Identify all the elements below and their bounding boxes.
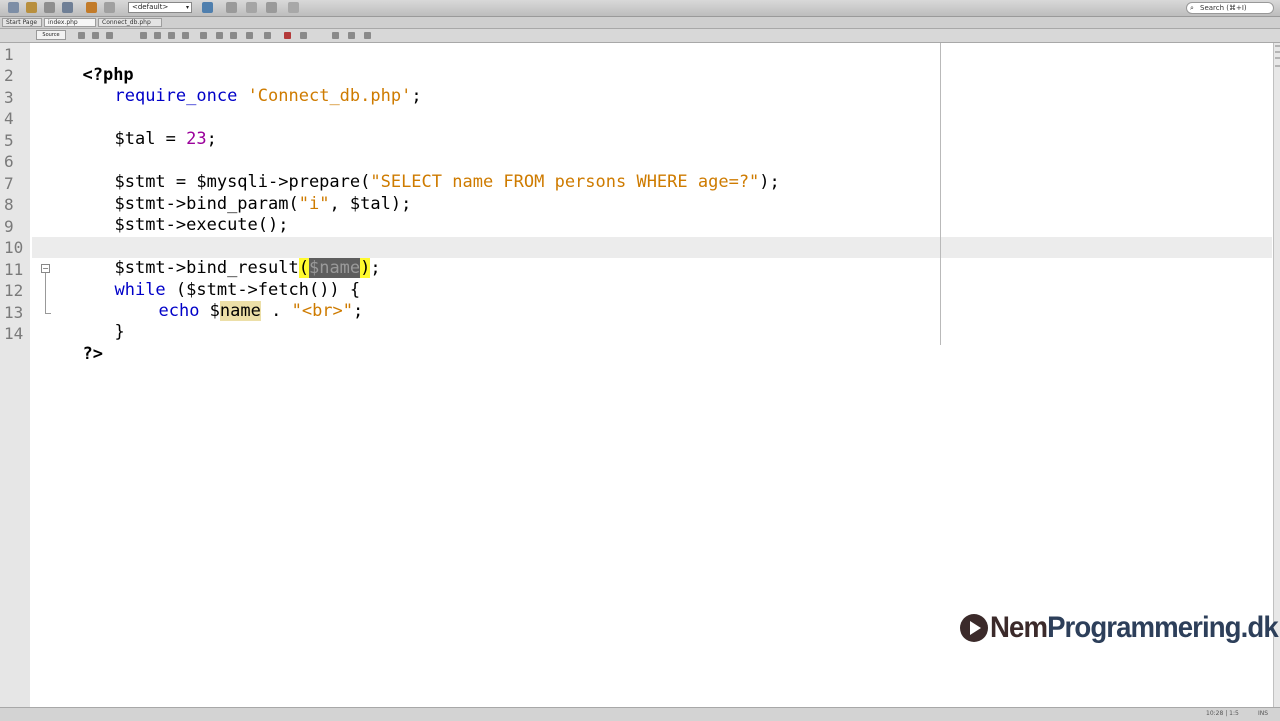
line-number: 6 [4, 152, 14, 171]
fold-guide-end [45, 313, 51, 314]
line-number: 7 [4, 174, 14, 193]
clean-build-icon[interactable] [246, 2, 257, 13]
string-literal: "<br>" [291, 301, 354, 321]
find-icon[interactable] [106, 32, 113, 39]
new-project-icon[interactable] [26, 2, 37, 13]
tab-label: index.php [48, 19, 78, 26]
new-file-icon[interactable] [8, 2, 19, 13]
code-text: . [260, 301, 292, 321]
toggle-highlight-icon[interactable] [168, 32, 175, 39]
code-text: ; [411, 86, 422, 106]
code-text: $stmt->execute(); [114, 215, 289, 235]
code-line-12: echo $name . "<br>"; [138, 281, 363, 321]
tab-label: Connect_db.php [102, 19, 151, 26]
stripe-marker[interactable] [1275, 65, 1280, 67]
brand-text: NemProgrammering.dk [990, 611, 1279, 644]
line-number: 11 [4, 260, 24, 279]
line-number: 8 [4, 195, 14, 214]
configuration-select[interactable]: <default> ▾ [128, 2, 192, 13]
chevron-down-icon: ▾ [185, 4, 189, 11]
toggle-bookmark-icon[interactable] [230, 32, 237, 39]
stripe-marker[interactable] [1275, 45, 1280, 47]
code-text: ; [206, 129, 217, 149]
configuration-value: <default> [132, 3, 169, 11]
uncomment-icon[interactable] [348, 32, 355, 39]
search-input[interactable]: ⌕ Search (⌘+I) [1186, 2, 1274, 14]
variable-occurrence: name [219, 301, 261, 321]
nemprogrammering-logo: NemProgrammering.dk [960, 608, 1280, 648]
forward-icon[interactable] [92, 32, 99, 39]
line-number-gutter: 1 2 3 4 5 6 7 8 9 10 11 12 13 14 [0, 43, 31, 707]
stripe-marker[interactable] [1275, 57, 1280, 59]
save-all-icon[interactable] [62, 2, 73, 13]
search-icon: ⌕ [1190, 4, 1194, 12]
keyword-echo: echo [158, 301, 200, 321]
find-next-icon[interactable] [154, 32, 161, 39]
keyword-require-once: require_once [114, 86, 238, 106]
tab-index-php[interactable]: index.php [44, 18, 96, 27]
fold-guide [45, 273, 46, 313]
editor-tabs: Start Page index.php Connect_db.php [0, 17, 1280, 29]
status-bar: 10:28 | 1:5 INS [0, 707, 1280, 721]
line-number: 1 [4, 45, 14, 64]
next-bookmark-icon[interactable] [216, 32, 223, 39]
line-number: 12 [4, 281, 24, 300]
stop-macro-icon[interactable] [300, 32, 307, 39]
code-text: $ [199, 301, 220, 321]
line-number: 14 [4, 324, 24, 343]
stripe-marker[interactable] [1275, 51, 1280, 53]
line-number: 3 [4, 88, 14, 107]
cursor-position: 10:28 | 1:5 [1206, 710, 1239, 717]
profile-icon[interactable] [288, 2, 299, 13]
line-number: 4 [4, 109, 14, 128]
line-number: 13 [4, 303, 24, 322]
tab-connect-db-php[interactable]: Connect_db.php [98, 18, 162, 27]
line-number: 2 [4, 66, 14, 85]
build-icon[interactable] [226, 2, 237, 13]
fold-collapse-icon[interactable]: − [41, 264, 50, 273]
number-literal: 23 [186, 129, 207, 149]
debug-icon[interactable] [266, 2, 277, 13]
redo-icon[interactable] [104, 2, 115, 13]
undo-icon[interactable] [86, 2, 97, 13]
code-text: $tal = [114, 129, 187, 149]
code-line-4: $tal = 23; [94, 109, 217, 149]
comment-icon[interactable] [332, 32, 339, 39]
open-project-icon[interactable] [44, 2, 55, 13]
start-macro-icon[interactable] [284, 32, 291, 39]
search-placeholder: Search (⌘+I) [1200, 4, 1247, 12]
toggle-selection-icon[interactable] [182, 32, 189, 39]
code-line-14: ?> [62, 324, 103, 364]
code-text: ); [759, 172, 780, 192]
line-number: 10 [4, 238, 24, 257]
main-toolbar: <default> ▾ ⌕ Search (⌘+I) [0, 0, 1280, 17]
code-line-2: require_once 'Connect_db.php'; [94, 66, 422, 106]
code-text: , $tal); [329, 194, 412, 214]
run-project-icon[interactable] [202, 2, 213, 13]
string-literal: 'Connect_db.php' [247, 86, 412, 106]
code-line-8: $stmt->execute(); [94, 195, 288, 235]
diff-icon[interactable] [364, 32, 371, 39]
shift-right-icon[interactable] [264, 32, 271, 39]
insert-mode: INS [1258, 710, 1269, 717]
matching-paren-close: ) [360, 258, 371, 278]
code-text: ; [370, 258, 381, 278]
shift-left-icon[interactable] [246, 32, 253, 39]
right-margin-guide [940, 43, 941, 345]
string-literal: "i" [298, 194, 330, 214]
play-icon [960, 614, 988, 642]
source-button[interactable]: Source [36, 30, 66, 40]
editor-toolbar: Source [0, 29, 1280, 43]
line-number: 9 [4, 217, 14, 236]
code-text: ; [353, 301, 364, 321]
string-literal: "SELECT name FROM persons WHERE age=?" [370, 172, 760, 192]
php-close-tag: ?> [82, 344, 103, 364]
back-icon[interactable] [78, 32, 85, 39]
prev-bookmark-icon[interactable] [200, 32, 207, 39]
tab-label: Start Page [6, 19, 38, 26]
code-text: } [114, 322, 125, 342]
line-number: 5 [4, 131, 14, 150]
tab-start-page[interactable]: Start Page [2, 18, 42, 27]
find-prev-icon[interactable] [140, 32, 147, 39]
